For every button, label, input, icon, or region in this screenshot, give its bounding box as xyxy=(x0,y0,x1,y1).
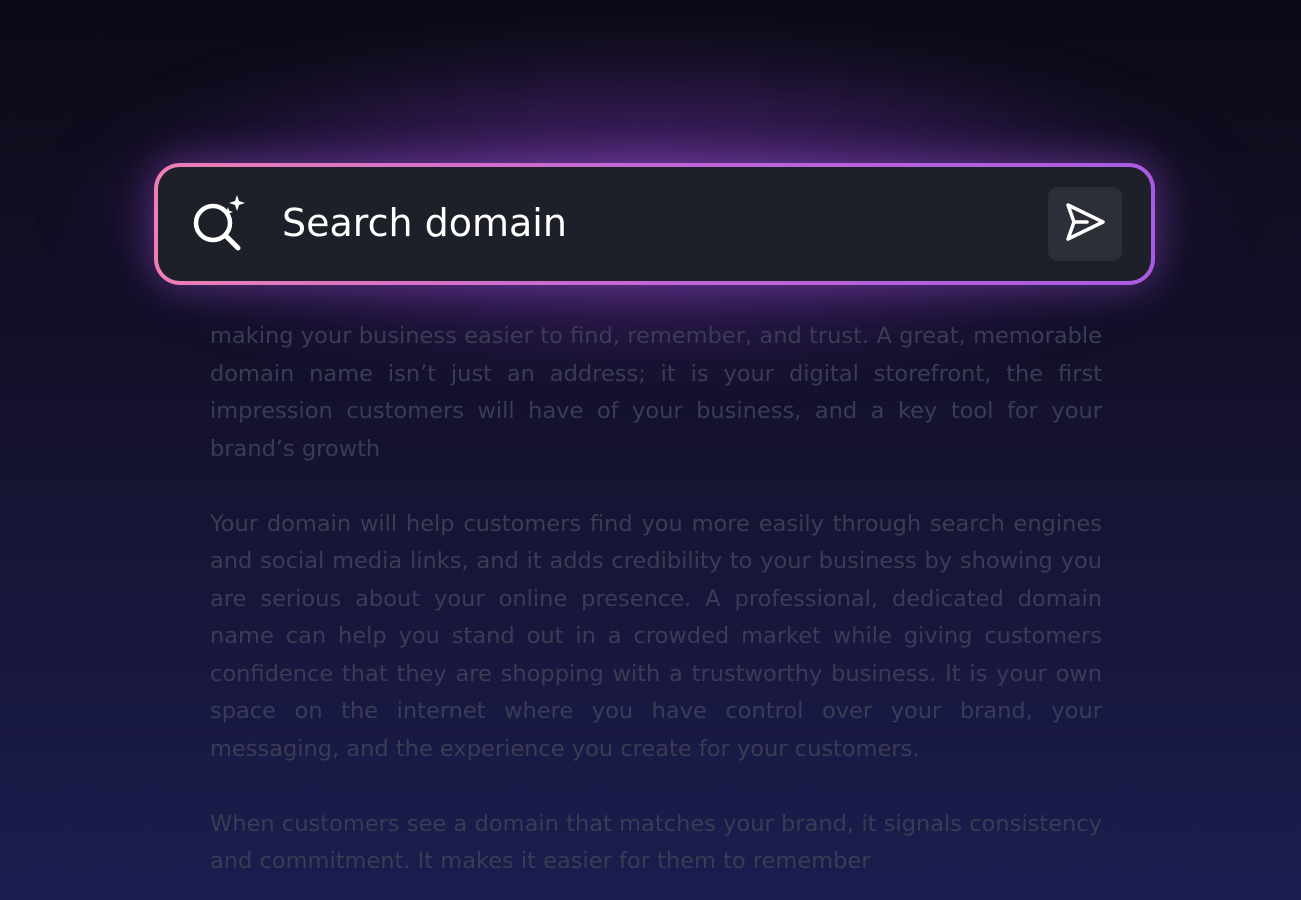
search-sparkle-icon xyxy=(188,193,252,257)
article-paragraph-3: When customers see a domain that matches… xyxy=(210,810,1102,875)
background-article: making your business easier to find, rem… xyxy=(210,318,1102,900)
search-bar xyxy=(158,167,1151,281)
search-box xyxy=(154,163,1155,285)
send-icon xyxy=(1063,200,1107,248)
article-paragraph-2: Your domain will help customers find you… xyxy=(210,510,1102,762)
send-button[interactable] xyxy=(1048,187,1122,261)
search-input[interactable] xyxy=(282,189,1022,257)
article-paragraph-1: making your business easier to find, rem… xyxy=(210,323,1102,462)
